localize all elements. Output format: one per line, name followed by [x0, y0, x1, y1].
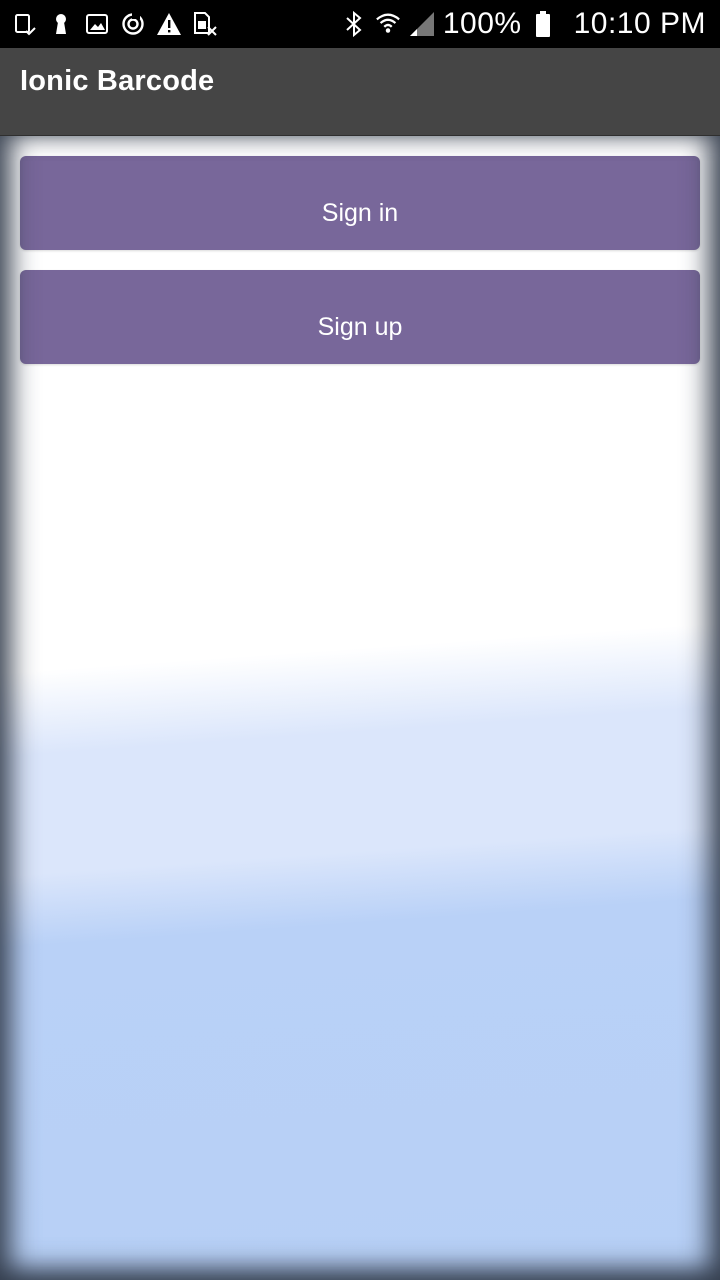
status-left — [12, 11, 228, 37]
sync-icon — [120, 11, 146, 37]
battery-icon — [530, 11, 556, 37]
app-toolbar: Ionic Barcode — [0, 48, 720, 136]
status-clock: 10:10 PM — [573, 7, 706, 40]
battery-percentage: 100% — [442, 7, 522, 40]
page-title: Ionic Barcode — [20, 65, 215, 97]
status-right: 100% 10:10 PM — [333, 7, 706, 41]
status-bar: 100% 10:10 PM — [0, 0, 720, 48]
bluetooth-icon — [341, 11, 367, 37]
keyhole-icon — [48, 11, 74, 37]
app-screen: 100% 10:10 PM Ionic Barcode Sign in Sign… — [0, 0, 720, 1280]
warning-icon — [156, 11, 182, 37]
signal-icon — [409, 11, 435, 37]
sign-up-button[interactable]: Sign up — [20, 270, 700, 364]
device-check-icon — [12, 11, 38, 37]
wifi-icon — [375, 11, 401, 37]
sim-off-icon — [192, 11, 218, 37]
main-content: Sign in Sign up — [0, 136, 720, 1280]
image-icon — [84, 11, 110, 37]
sign-in-button[interactable]: Sign in — [20, 156, 700, 250]
